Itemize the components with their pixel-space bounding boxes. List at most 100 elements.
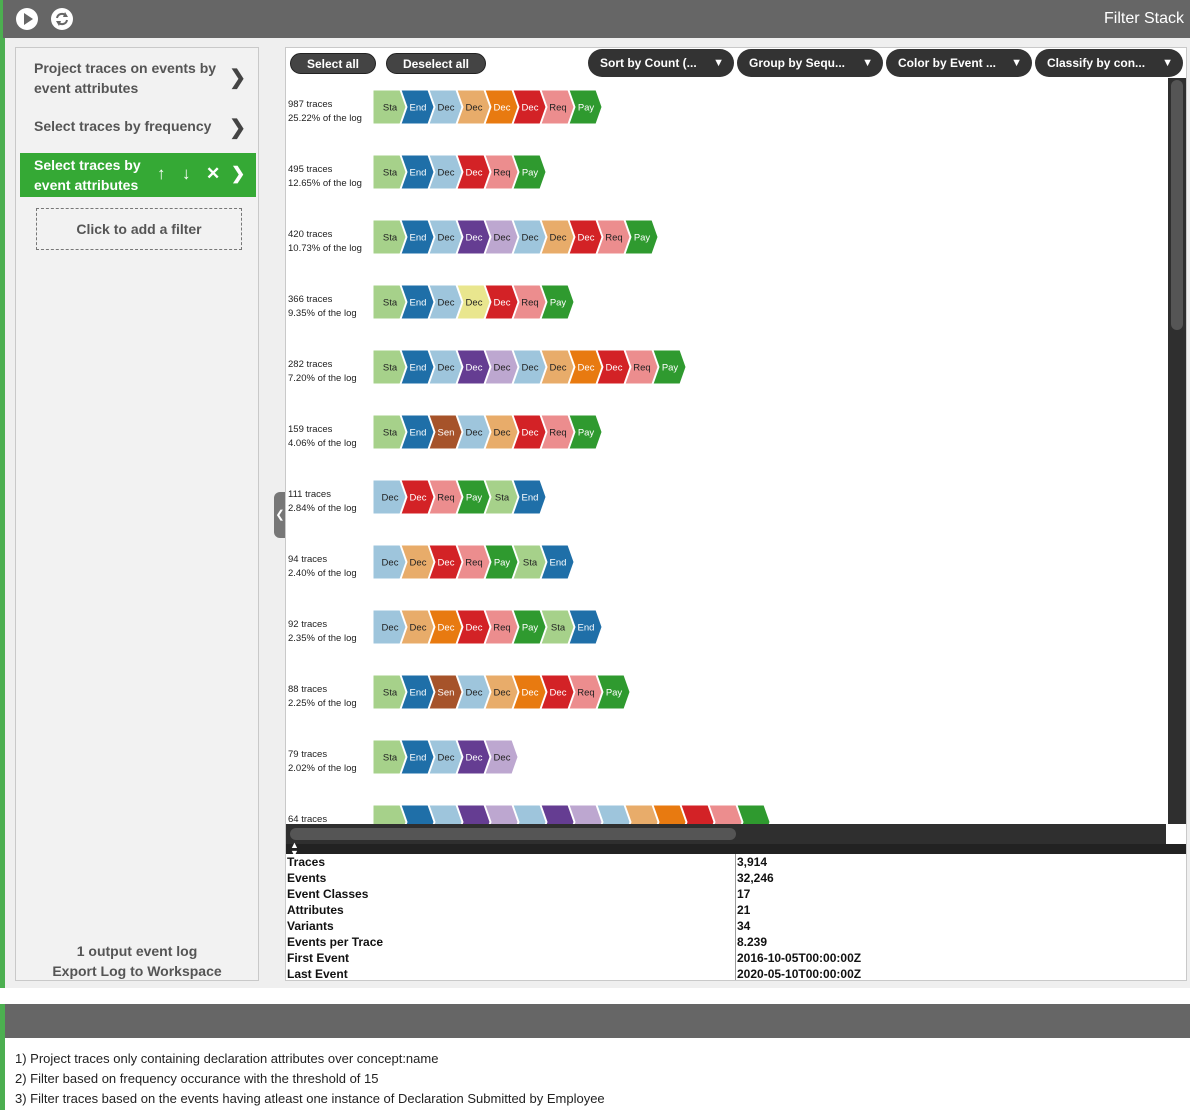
trace-variant-row[interactable]: 64 traces <box>286 799 1166 824</box>
event-chevron-label: Req <box>605 233 622 244</box>
note-line: 1) Project traces only containing declar… <box>15 1051 439 1066</box>
event-chevron-label: Dec <box>438 298 455 309</box>
event-chevron-label: End <box>410 168 427 179</box>
top-toolbar: Filter Stack <box>0 0 1190 38</box>
trace-count: 495 traces <box>288 164 333 175</box>
trace-variant-row[interactable]: 282 traces 7.20% of the log Sta End Dec Dec De… <box>286 344 1166 389</box>
event-chevron-label: Dec <box>466 428 483 439</box>
chevron-down-icon: ▼ <box>1162 57 1173 69</box>
trace-variant-list: 987 traces 25.22% of the log Sta End Dec Dec D… <box>286 84 1166 824</box>
event-chevron-label: Sta <box>383 298 398 309</box>
filter-item-frequency[interactable]: Select traces by frequency ❯ <box>20 116 256 140</box>
chevron-left-icon: ❮ <box>275 509 285 521</box>
trace-percentage: 25.22% of the log <box>288 113 362 124</box>
filter-item-project-traces[interactable]: Project traces on events by event attrib… <box>20 58 256 98</box>
trace-percentage: 2.84% of the log <box>288 503 357 514</box>
event-chevron-label: Req <box>549 103 566 114</box>
notes-area: 1) Project traces only containing declar… <box>0 1038 1190 1110</box>
event-chevron-label: Dec <box>438 233 455 244</box>
event-chevron-label: Req <box>633 363 650 374</box>
remove-icon[interactable]: ✕ <box>206 164 220 184</box>
event-chevron: Sta <box>373 284 407 320</box>
sort-dropdown[interactable]: Sort by Count (... ▼ <box>588 49 734 77</box>
stat-label: First Event <box>287 951 350 965</box>
stat-value: 3,914 <box>737 855 768 869</box>
event-chevron: Dec <box>373 479 407 515</box>
trace-variant-row[interactable]: 366 traces 9.35% of the log Sta End Dec Dec De… <box>286 279 1166 324</box>
export-log-button[interactable]: Export Log to Workspace <box>16 963 258 979</box>
event-chevron-label: Dec <box>466 233 483 244</box>
trace-variant-info: 282 traces 7.20% of the log <box>288 358 357 386</box>
event-chevron: Sta <box>373 154 407 190</box>
chevron-down-icon: ▼ <box>713 57 724 69</box>
event-chevron-label: Dec <box>438 623 455 634</box>
stat-label: Events <box>287 871 327 885</box>
chevron-down-icon: ▼ <box>1011 57 1022 69</box>
main-area: Project traces on events by event attrib… <box>0 38 1190 988</box>
trace-count: 159 traces <box>288 424 333 435</box>
trace-variant-row[interactable]: 92 traces 2.35% of the log Dec Dec Dec Dec Req… <box>286 604 1166 649</box>
event-chevron-label: End <box>410 363 427 374</box>
event-chevron-label: Dec <box>466 623 483 634</box>
event-sequence: Sta End Dec Dec Dec Req Pay <box>373 284 575 320</box>
event-sequence: Sta End Dec Dec Dec Dec Dec Dec Req Pay <box>373 219 659 255</box>
scrollbar-thumb[interactable] <box>1171 80 1183 330</box>
event-sequence: Sta End Dec Dec Req Pay <box>373 154 547 190</box>
horizontal-scrollbar[interactable] <box>286 824 1166 844</box>
event-chevron-label: Dec <box>606 363 623 374</box>
select-all-button[interactable]: Select all <box>290 53 376 74</box>
filter-item-event-attributes-active[interactable]: Select traces by event attributes ↑ ↓ ✕ … <box>20 153 256 197</box>
trace-variant-row[interactable]: 495 traces 12.65% of the log Sta End Dec Dec R… <box>286 149 1166 194</box>
output-log-label: 1 output event log <box>76 943 198 959</box>
event-sequence: Dec Dec Dec Dec Req Pay Sta End <box>373 609 603 645</box>
move-down-icon[interactable]: ↓ <box>182 164 191 184</box>
trace-variant-row[interactable]: 420 traces 10.73% of the log Sta End Dec Dec D… <box>286 214 1166 259</box>
panel-title: Filter Stack <box>1103 10 1184 27</box>
event-sequence: Sta End Sen Dec Dec Dec Dec Req Pay <box>373 674 631 710</box>
refresh-button[interactable] <box>51 8 73 30</box>
event-chevron-label: Dec <box>550 688 567 699</box>
play-icon <box>24 13 33 25</box>
trace-variant-row[interactable]: 987 traces 25.22% of the log Sta End Dec Dec D… <box>286 84 1166 129</box>
chevron-right-icon[interactable]: ❯ <box>229 68 246 88</box>
stat-label: Event Classes <box>287 887 369 901</box>
trace-variant-row[interactable]: 111 traces 2.84% of the log Dec Dec Req Pay St… <box>286 474 1166 519</box>
chevron-right-icon[interactable]: ❯ <box>229 118 246 138</box>
move-up-icon[interactable]: ↑ <box>157 164 166 184</box>
trace-percentage: 2.40% of the log <box>288 568 357 579</box>
stat-label: Last Event <box>287 967 348 981</box>
event-chevron-label: Dec <box>438 103 455 114</box>
stat-label: Attributes <box>287 903 344 917</box>
trace-variant-row[interactable]: 159 traces 4.06% of the log Sta End Sen Dec De… <box>286 409 1166 454</box>
event-chevron-label: Pay <box>522 168 539 179</box>
color-dropdown[interactable]: Color by Event ... ▼ <box>886 49 1032 77</box>
event-chevron-label: Req <box>493 168 510 179</box>
trace-variant-info: 79 traces 2.02% of the log <box>288 748 357 776</box>
event-chevron-label: End <box>522 493 539 504</box>
add-filter-button[interactable]: Click to add a filter <box>36 208 242 250</box>
event-chevron-label: Dec <box>522 233 539 244</box>
trace-variant-row[interactable]: 88 traces 2.25% of the log Sta End Sen Dec Dec… <box>286 669 1166 714</box>
deselect-all-button[interactable]: Deselect all <box>386 53 486 74</box>
classify-dropdown[interactable]: Classify by con... ▼ <box>1035 49 1183 77</box>
group-dropdown[interactable]: Group by Sequ... ▼ <box>737 49 883 77</box>
event-chevron-label: Pay <box>578 428 595 439</box>
scrollbar-thumb[interactable] <box>290 828 736 840</box>
trace-variant-row[interactable]: 94 traces 2.40% of the log Dec Dec Dec Req Pay… <box>286 539 1166 584</box>
trace-variant-info: 420 traces 10.73% of the log <box>288 228 362 256</box>
event-sequence <box>373 804 771 824</box>
chevron-down-icon: ▼ <box>862 57 873 69</box>
event-chevron-label: Req <box>549 428 566 439</box>
group-dropdown-label: Group by Sequ... <box>749 56 846 70</box>
event-chevron-label: Dec <box>550 363 567 374</box>
trace-count: 92 traces <box>288 619 328 630</box>
split-divider[interactable]: ▲ ▼ <box>286 841 1186 858</box>
filter-label-line1: Select traces by <box>34 157 141 173</box>
play-button[interactable] <box>16 8 38 30</box>
event-chevron-label: Dec <box>410 493 427 504</box>
chevron-right-icon[interactable]: ❯ <box>231 164 245 184</box>
bottom-header-bar <box>0 1004 1190 1038</box>
trace-variant-row[interactable]: 79 traces 2.02% of the log Sta End Dec Dec Dec <box>286 734 1166 779</box>
trace-count: 366 traces <box>288 294 333 305</box>
vertical-scrollbar[interactable] <box>1168 78 1186 824</box>
